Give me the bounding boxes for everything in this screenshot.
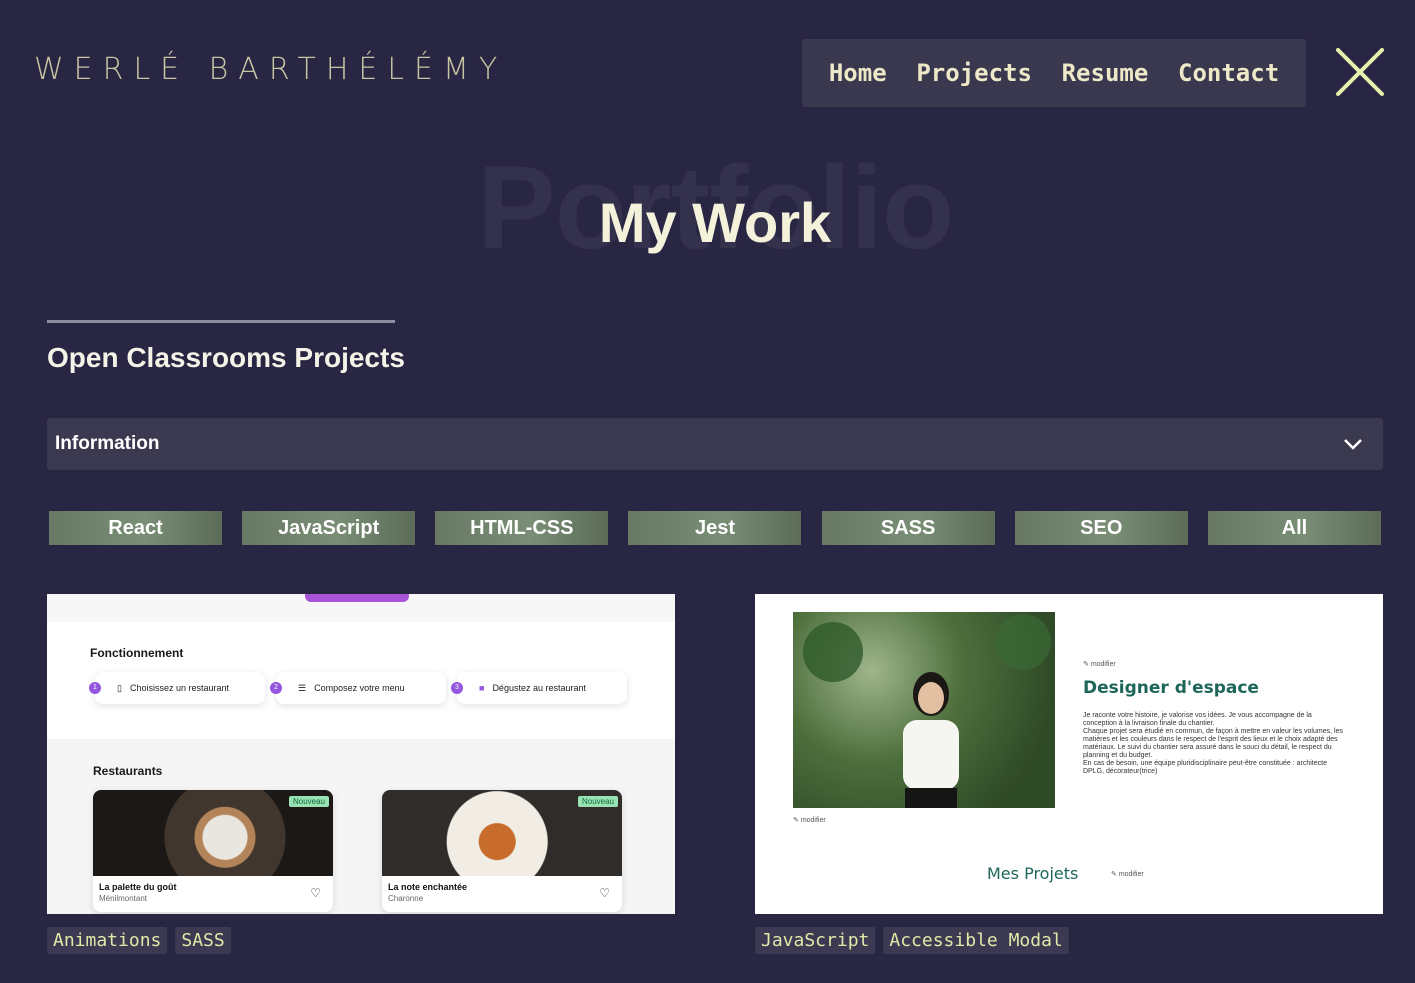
step-number: 3: [451, 682, 463, 694]
person-illustration: [803, 614, 1051, 808]
filter-react-button[interactable]: React: [49, 511, 222, 545]
project-tag: Accessible Modal: [883, 927, 1069, 954]
preview-projects-title: Mes Projets: [987, 864, 1079, 883]
site-logo[interactable]: WERLÉ BARTHÉLÉMY: [34, 52, 507, 87]
edit-link[interactable]: ✎ modifier: [1111, 870, 1144, 878]
heart-icon: ♡: [310, 886, 321, 900]
project-tag: Animations: [47, 927, 168, 954]
filter-seo-button[interactable]: SEO: [1014, 511, 1188, 545]
information-accordion[interactable]: Information: [47, 418, 1383, 470]
project-tag: JavaScript: [755, 927, 876, 954]
restaurant-name: La note enchantée: [388, 882, 468, 892]
preview-pill: [305, 594, 409, 602]
preview-heading: Designer d'espace: [1083, 678, 1259, 698]
project-card-designer[interactable]: ✎ modifier Designer d'espace Je raconte …: [755, 594, 1383, 914]
edit-icon: ✎: [1111, 871, 1119, 878]
edit-link[interactable]: ✎ modifier: [1083, 660, 1116, 668]
preview-step: 3 ■ Dégustez au restaurant: [451, 672, 627, 704]
heart-icon: ♡: [599, 886, 610, 900]
section-divider: [47, 320, 395, 323]
restaurant-area: Charonne: [388, 894, 424, 903]
filter-html-css-button[interactable]: HTML-CSS: [435, 511, 609, 545]
phone-icon: ▯: [117, 682, 122, 693]
preview-step: 2 ☰ Composez votre menu: [270, 672, 446, 704]
step-label: Choisissez un restaurant: [129, 683, 230, 693]
new-badge: Nouveau: [577, 796, 618, 807]
preview-step: 1 ▯ Choisissez un restaurant: [89, 672, 265, 704]
preview-restaurant-card: Nouveau La note enchantée Charonne ♡: [382, 790, 622, 912]
store-icon: ■: [479, 683, 485, 693]
close-menu-button[interactable]: [1333, 45, 1387, 99]
nav-contact-link[interactable]: Contact: [1178, 59, 1279, 87]
close-icon: [1336, 48, 1384, 96]
project-tags: Animations SASS: [47, 927, 231, 954]
edit-icon: ✎: [1083, 661, 1091, 668]
edit-icon: ✎: [793, 817, 801, 824]
section-title: Open Classrooms Projects: [47, 342, 405, 373]
nav-home-link[interactable]: Home: [829, 59, 887, 87]
preview-restaurant-card: Nouveau La palette du goût Ménilmontant …: [93, 790, 333, 912]
page-title: My Work: [598, 191, 832, 254]
filter-sass-button[interactable]: SASS: [821, 511, 995, 545]
project-tags: JavaScript Accessible Modal: [755, 927, 1069, 954]
edit-link[interactable]: ✎ modifier: [793, 816, 826, 824]
filter-bar: React JavaScript HTML-CSS Jest SASS SEO …: [49, 511, 1381, 545]
filter-jest-button[interactable]: Jest: [628, 511, 802, 545]
new-badge: Nouveau: [288, 796, 329, 807]
list-icon: ☰: [298, 682, 307, 693]
restaurant-area: Ménilmontant: [99, 894, 148, 903]
main-nav: Home Projects Resume Contact: [802, 39, 1306, 107]
step-label: Dégustez au restaurant: [492, 683, 586, 693]
filter-javascript-button[interactable]: JavaScript: [242, 511, 416, 545]
portrait-photo: [793, 612, 1055, 808]
restaurant-name: La palette du goût: [99, 882, 177, 892]
step-number: 1: [89, 682, 101, 694]
chevron-down-icon: [1344, 439, 1362, 450]
project-tag: SASS: [175, 927, 231, 954]
preview-paragraph: Je raconte votre histoire, je valorise v…: [1083, 712, 1343, 775]
project-card-ohmyfood[interactable]: Fonctionnement 1 ▯ Choisissez un restaur…: [47, 594, 675, 914]
step-label: Composez votre menu: [314, 683, 405, 693]
step-number: 2: [270, 682, 282, 694]
accordion-label: Information: [55, 433, 160, 454]
filter-all-button[interactable]: All: [1207, 511, 1381, 545]
preview-section-heading: Fonctionnement: [90, 646, 184, 660]
preview-section-heading: Restaurants: [93, 764, 163, 778]
nav-projects-link[interactable]: Projects: [916, 59, 1032, 87]
nav-resume-link[interactable]: Resume: [1062, 59, 1149, 87]
